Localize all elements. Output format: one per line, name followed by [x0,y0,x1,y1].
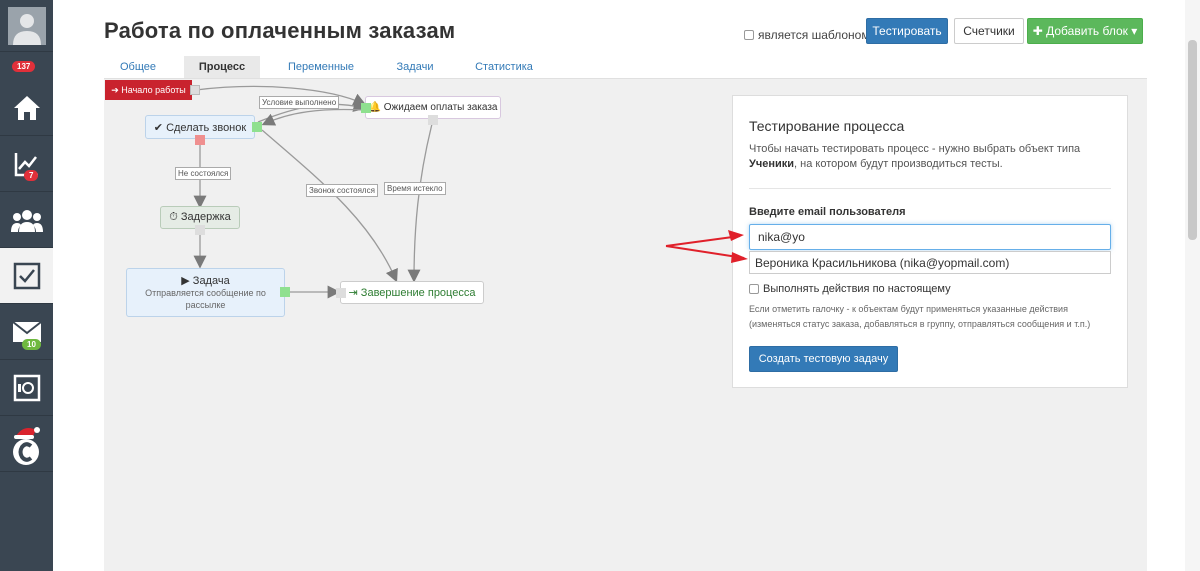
annotation-arrowhead-upper [728,230,744,241]
annotation-arrow-upper [665,235,741,247]
annotation-arrows [665,230,748,263]
scrollbar-thumb[interactable] [1188,40,1197,240]
annotation-arrowhead-lower [731,252,748,263]
